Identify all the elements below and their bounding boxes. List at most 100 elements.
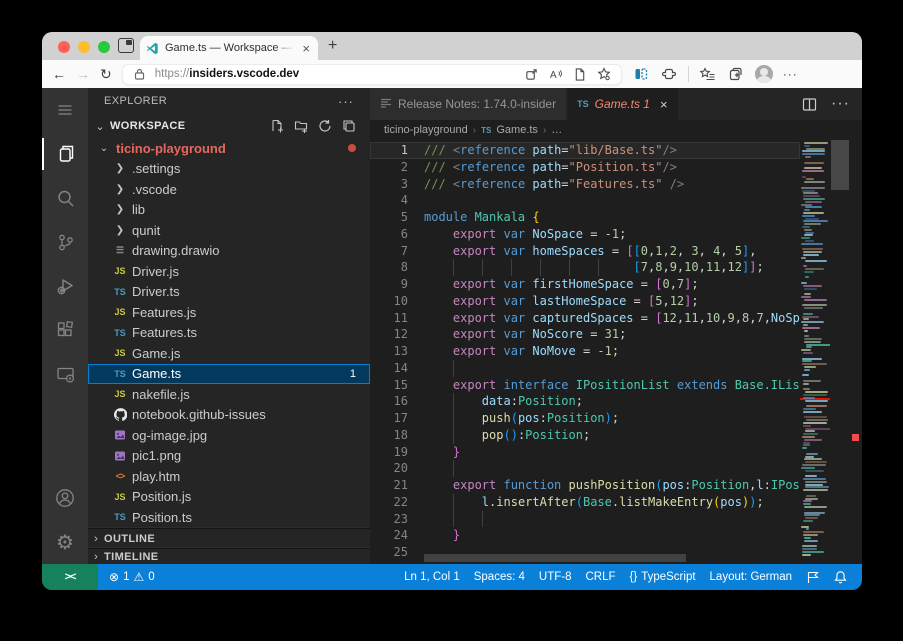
settings-gear-icon[interactable]: ⚙	[42, 520, 88, 564]
source-control-icon[interactable]	[42, 220, 88, 264]
outline-section-header[interactable]: › OUTLINE	[88, 528, 370, 548]
refresh-icon[interactable]	[318, 119, 332, 133]
code-line-9[interactable]: 9 export var firstHomeSpace = [0,7];	[370, 276, 800, 293]
breadcrumb-symbol[interactable]: …	[551, 124, 562, 136]
remote-indicator[interactable]: ><	[42, 564, 98, 590]
code-line-10[interactable]: 10 export var lastHomeSpace = [5,12];	[370, 293, 800, 310]
code-line-21[interactable]: 21 export function pushPosition(pos:Posi…	[370, 477, 800, 494]
minimize-window-button[interactable]	[78, 41, 90, 53]
code-line-1[interactable]: 1/// <reference path="lib/Base.ts"/>	[370, 142, 800, 159]
split-editor-icon[interactable]	[802, 97, 817, 112]
tree-item-position-ts[interactable]: TSPosition.ts	[88, 507, 370, 528]
tree-item--vscode[interactable]: ❯.vscode	[88, 179, 370, 200]
tree-item-game-ts[interactable]: TSGame.ts1	[88, 364, 370, 385]
tree-item-qunit[interactable]: ❯qunit	[88, 220, 370, 241]
tree-item-og-image-jpg[interactable]: og-image.jpg	[88, 425, 370, 446]
code-line-12[interactable]: 12 export var NoScore = 31;	[370, 326, 800, 343]
horizontal-scrollbar[interactable]	[424, 554, 686, 562]
vertical-scrollbar[interactable]	[830, 140, 850, 564]
extensions-icon[interactable]	[660, 65, 678, 83]
close-window-button[interactable]	[58, 41, 70, 53]
editor-more-icon[interactable]: ···	[831, 95, 850, 113]
browser-tab[interactable]: Game.ts — Workspace — Visua ×	[140, 36, 318, 60]
tree-item-position-js[interactable]: JSPosition.js	[88, 487, 370, 508]
code-line-5[interactable]: 5module Mankala {	[370, 209, 800, 226]
tree-item--settings[interactable]: ❯.settings	[88, 159, 370, 180]
new-tab-button[interactable]: +	[328, 37, 337, 55]
tab-overview-icon[interactable]	[118, 38, 134, 53]
profile-avatar[interactable]	[755, 65, 773, 83]
tree-item-lib[interactable]: ❯lib	[88, 200, 370, 221]
tab-close-icon[interactable]: ×	[660, 97, 668, 112]
run-debug-icon[interactable]	[42, 264, 88, 308]
language-status[interactable]: {} TypeScript	[623, 571, 703, 583]
tree-item-game-js[interactable]: JSGame.js	[88, 343, 370, 364]
back-icon[interactable]: ←	[52, 67, 66, 81]
explorer-more-icon[interactable]: ···	[338, 94, 354, 109]
tab-game-ts[interactable]: TS Game.ts 1 ×	[567, 88, 677, 120]
eol-status[interactable]: CRLF	[578, 571, 622, 583]
favorites-list-icon[interactable]	[699, 65, 717, 83]
code-line-18[interactable]: 18 pop():Position;	[370, 427, 800, 444]
tree-item-driver-js[interactable]: JSDriver.js	[88, 261, 370, 282]
tree-item-play-htm[interactable]: <>play.htm	[88, 466, 370, 487]
code-line-24[interactable]: 24 }	[370, 527, 800, 544]
code-line-22[interactable]: 22 l.insertAfter(Base.listMakeEntry(pos)…	[370, 494, 800, 511]
tree-item-pic1-png[interactable]: pic1.png	[88, 446, 370, 467]
workspace-section-header[interactable]: ⌄ WORKSPACE	[88, 114, 370, 138]
timeline-section-header[interactable]: › TIMELINE	[88, 548, 370, 564]
tree-item-ticino-playground[interactable]: ⌄ticino-playground	[88, 138, 370, 159]
tree-item-notebook-github-issues[interactable]: notebook.github-issues	[88, 405, 370, 426]
code-line-17[interactable]: 17 push(pos:Position);	[370, 410, 800, 427]
feedback-icon[interactable]	[799, 571, 827, 584]
collections-icon[interactable]	[727, 65, 745, 83]
tab-close-icon[interactable]: ×	[300, 42, 312, 55]
tree-item-nakefile-js[interactable]: JSnakefile.js	[88, 384, 370, 405]
code-line-16[interactable]: 16 data:Position;	[370, 393, 800, 410]
menu-icon[interactable]	[42, 88, 88, 132]
keyboard-layout-status[interactable]: Layout: German	[703, 571, 799, 583]
code-line-19[interactable]: 19 }	[370, 444, 800, 461]
read-aloud-icon[interactable]: A	[547, 65, 565, 83]
code-line-11[interactable]: 11 export var capturedSpaces = [12,11,10…	[370, 310, 800, 327]
new-file-icon[interactable]	[270, 119, 284, 133]
reload-icon[interactable]: ↻	[100, 67, 112, 81]
split-screen-icon[interactable]	[632, 65, 650, 83]
address-bar[interactable]: https://insiders.vscode.dev A	[122, 64, 622, 85]
code-area[interactable]: 1/// <reference path="lib/Base.ts"/>2///…	[370, 140, 862, 564]
breadcrumb-file[interactable]: Game.ts	[496, 124, 538, 136]
code-line-8[interactable]: 8 [7,8,9,10,11,12]];	[370, 259, 800, 276]
breadcrumb-folder[interactable]: ticino-playground	[384, 124, 468, 136]
new-folder-icon[interactable]	[294, 119, 308, 133]
remote-explorer-icon[interactable]	[42, 352, 88, 396]
problems-status[interactable]: ⊗ 1 ⚠ 0	[102, 570, 162, 584]
notifications-bell-icon[interactable]	[827, 570, 854, 584]
encoding-status[interactable]: UTF-8	[532, 571, 579, 583]
code-line-14[interactable]: 14	[370, 360, 800, 377]
browser-menu-icon[interactable]: ···	[783, 67, 798, 81]
share-icon[interactable]	[523, 65, 541, 83]
tree-item-driver-ts[interactable]: TSDriver.ts	[88, 282, 370, 303]
tab-release-notes[interactable]: Release Notes: 1.74.0-insider	[370, 88, 567, 120]
explorer-icon[interactable]	[42, 132, 88, 176]
collapse-all-icon[interactable]	[342, 119, 356, 133]
code-line-23[interactable]: 23	[370, 511, 800, 528]
favorites-icon[interactable]	[595, 65, 613, 83]
extensions-view-icon[interactable]	[42, 308, 88, 352]
account-icon[interactable]	[42, 476, 88, 520]
code-line-15[interactable]: 15 export interface IPositionList extend…	[370, 377, 800, 394]
web-capture-icon[interactable]	[571, 65, 589, 83]
code-line-20[interactable]: 20	[370, 460, 800, 477]
code-line-6[interactable]: 6 export var NoSpace = -1;	[370, 226, 800, 243]
code-line-7[interactable]: 7 export var homeSpaces = [[0,1,2, 3, 4,…	[370, 243, 800, 260]
cursor-position[interactable]: Ln 1, Col 1	[397, 571, 467, 583]
code-line-2[interactable]: 2/// <reference path="Position.ts"/>	[370, 159, 800, 176]
code-line-13[interactable]: 13 export var NoMove = -1;	[370, 343, 800, 360]
tree-item-features-ts[interactable]: TSFeatures.ts	[88, 323, 370, 344]
code-line-3[interactable]: 3/// <reference path="Features.ts" />	[370, 176, 800, 193]
tree-item-features-js[interactable]: JSFeatures.js	[88, 302, 370, 323]
code-line-4[interactable]: 4	[370, 192, 800, 209]
minimap[interactable]	[800, 140, 830, 564]
search-icon[interactable]	[42, 176, 88, 220]
tree-item-drawing-drawio[interactable]: ☰drawing.drawio	[88, 241, 370, 262]
